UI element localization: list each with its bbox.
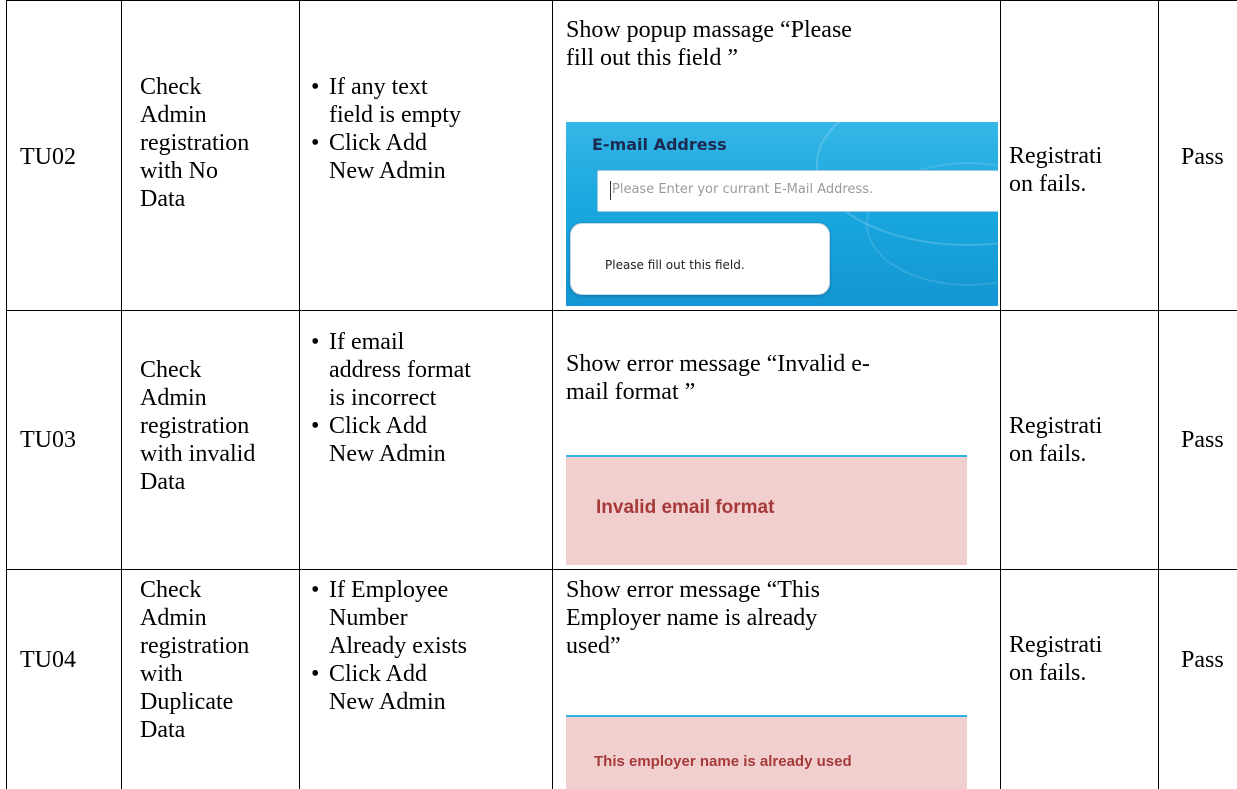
actual-result: Registrati on fails.	[1009, 413, 1103, 467]
email-placeholder: Please Enter yor currant E-Mail Address.	[612, 182, 874, 197]
row-border-2	[6, 569, 1237, 570]
step-item: If email address format is incorrect	[311, 328, 551, 412]
step-item: Click Add New Admin	[311, 660, 551, 716]
test-case-table: TU02 Check Admin registration with No Da…	[0, 0, 1237, 789]
col-border-0	[6, 0, 7, 789]
test-id: TU02	[20, 144, 76, 170]
test-id: TU03	[20, 427, 76, 453]
col-border-4	[1000, 0, 1001, 789]
expected-result: Show error message “This Employer name i…	[566, 577, 820, 659]
test-status: Pass	[1181, 144, 1224, 170]
actual-result: Registrati on fails.	[1009, 632, 1103, 686]
email-field: Please Enter yor currant E-Mail Address.	[597, 170, 998, 212]
col-border-2	[299, 0, 300, 789]
test-description: Check Admin registration with invalid Da…	[140, 357, 256, 495]
col-border-3	[552, 0, 553, 789]
test-steps: If email address format is incorrect Cli…	[311, 328, 551, 468]
expected-result: Show error message “Invalid e- mail form…	[566, 351, 870, 405]
expected-result: Show popup massage “Please fill out this…	[566, 17, 852, 71]
col-border-5	[1158, 0, 1159, 789]
step-item: If any text field is empty	[311, 73, 551, 129]
step-item: If Employee Number Already exists	[311, 576, 551, 660]
error-text: This employer name is already used	[594, 753, 852, 770]
actual-result: Registrati on fails.	[1009, 143, 1103, 197]
test-status: Pass	[1181, 647, 1224, 673]
popup-text: Please fill out this field.	[605, 258, 745, 272]
text-caret	[610, 181, 611, 200]
test-status: Pass	[1181, 427, 1224, 453]
screenshot-popup: E-mail Address Please Enter yor currant …	[566, 122, 998, 306]
test-description: Check Admin registration with No Data	[140, 74, 250, 212]
validation-popup: Please fill out this field.	[570, 223, 830, 295]
test-id: TU04	[20, 647, 76, 673]
row-border-top	[6, 0, 1237, 1]
test-steps: If any text field is empty Click Add New…	[311, 73, 551, 185]
test-description: Check Admin registration with Duplicate …	[140, 577, 250, 743]
error-text: Invalid email format	[596, 497, 775, 518]
row-border-1	[6, 310, 1237, 311]
step-item: Click Add New Admin	[311, 129, 551, 185]
screenshot-error: Invalid email format	[566, 455, 967, 565]
col-border-1	[121, 0, 122, 789]
step-item: Click Add New Admin	[311, 412, 551, 468]
screenshot-error: This employer name is already used	[566, 715, 967, 789]
field-label: E-mail Address	[592, 135, 727, 154]
test-steps: If Employee Number Already exists Click …	[311, 576, 551, 716]
